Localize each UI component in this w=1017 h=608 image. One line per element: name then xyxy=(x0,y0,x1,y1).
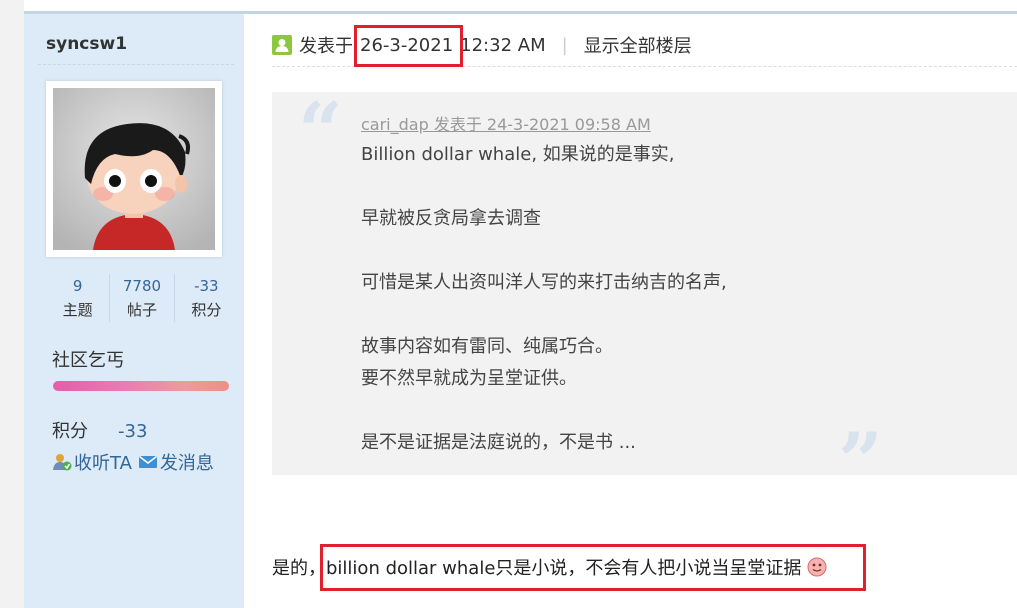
user-icon xyxy=(272,35,292,55)
score-value: -33 xyxy=(118,421,148,442)
quote-line: Billion dollar whale, 如果说的是事实, xyxy=(361,144,675,165)
stat-threads-value: 9 xyxy=(72,277,83,295)
score-label: 积分 xyxy=(52,421,88,442)
envelope-icon xyxy=(138,455,157,468)
avatar-image xyxy=(53,88,215,250)
forum-post-page: syncsw1 9 主题 7780 帖子 -33 积分 社区乞丐 积分 -33 … xyxy=(0,0,1017,608)
close-quote-icon: ” xyxy=(838,416,883,507)
header-divider xyxy=(272,66,1017,67)
stat-points[interactable]: -33 积分 xyxy=(173,274,238,322)
header-separator: | xyxy=(561,34,568,56)
post-time: 12:32 AM xyxy=(460,34,546,56)
quote-line xyxy=(361,171,727,203)
quote-line xyxy=(361,299,727,331)
quote-body: Billion dollar whale, 如果说的是事实, 早就被反贪局拿去调… xyxy=(361,139,727,459)
quote-line: 早就被反贪局拿去调查 xyxy=(361,208,541,229)
stat-posts[interactable]: 7780 帖子 xyxy=(109,274,173,322)
quote-line: 是不是证据是法庭说的，不是书 ... xyxy=(361,432,636,453)
follow-icon xyxy=(53,454,72,471)
stat-points-value: -33 xyxy=(194,277,219,295)
score-row: 积分 -33 xyxy=(52,417,147,443)
reply-prefix: 是的， xyxy=(272,558,326,579)
posted-prefix: 发表于 xyxy=(299,36,353,57)
quote-author-link[interactable]: cari_dap 发表于 24-3-2021 09:58 AM xyxy=(361,111,651,135)
top-divider-right xyxy=(244,0,1017,14)
quote-block: “ cari_dap 发表于 24-3-2021 09:58 AM Billio… xyxy=(272,86,1017,502)
quote-line xyxy=(361,395,727,427)
show-all-floors-link[interactable]: 显示全部楼层 xyxy=(584,32,692,58)
quote-line: 可惜是某人出资叫洋人写的来打击纳吉的名声, xyxy=(361,272,727,293)
follow-button[interactable]: 收听TA xyxy=(52,449,132,475)
avatar[interactable] xyxy=(46,81,222,257)
quote-line: 故事内容如有雷同、纯属巧合。 xyxy=(361,336,613,357)
stat-posts-label: 帖子 xyxy=(126,301,157,319)
stat-points-label: 积分 xyxy=(191,301,222,319)
reply-text: 是的， billion dollar whale只是小说，不会有人把小说当呈堂证… xyxy=(272,552,827,582)
left-gutter xyxy=(0,0,24,608)
post-date: 26-3-2021 xyxy=(360,34,454,56)
top-divider-left xyxy=(24,0,244,14)
stat-threads[interactable]: 9 主题 xyxy=(46,274,109,322)
user-rank-title: 社区乞丐 xyxy=(52,350,124,371)
message-label: 发消息 xyxy=(159,453,214,474)
quote-line: 要不然早就成为呈堂证供。 xyxy=(361,368,577,389)
reply-highlighted-text: billion dollar whale只是小说，不会有人把小说当呈堂证据 xyxy=(326,558,802,579)
divider xyxy=(38,64,234,65)
quote-line xyxy=(361,235,727,267)
author-sidebar: syncsw1 9 主题 7780 帖子 -33 积分 社区乞丐 积分 -33 … xyxy=(24,14,244,608)
rank-progress-bar xyxy=(53,381,229,391)
author-username[interactable]: syncsw1 xyxy=(46,34,127,54)
follow-label: 收听TA xyxy=(74,453,132,474)
stat-posts-value: 7780 xyxy=(122,277,162,295)
smiley-icon xyxy=(807,557,827,577)
send-message-button[interactable]: 发消息 xyxy=(138,449,214,475)
open-quote-icon: “ xyxy=(298,86,343,177)
author-stats: 9 主题 7780 帖子 -33 积分 xyxy=(46,274,238,322)
post-header: 发表于 26-3-2021 12:32 AM | 显示全部楼层 xyxy=(272,31,692,59)
author-actions: 收听TA 发消息 xyxy=(52,449,220,475)
stat-threads-label: 主题 xyxy=(62,301,93,319)
